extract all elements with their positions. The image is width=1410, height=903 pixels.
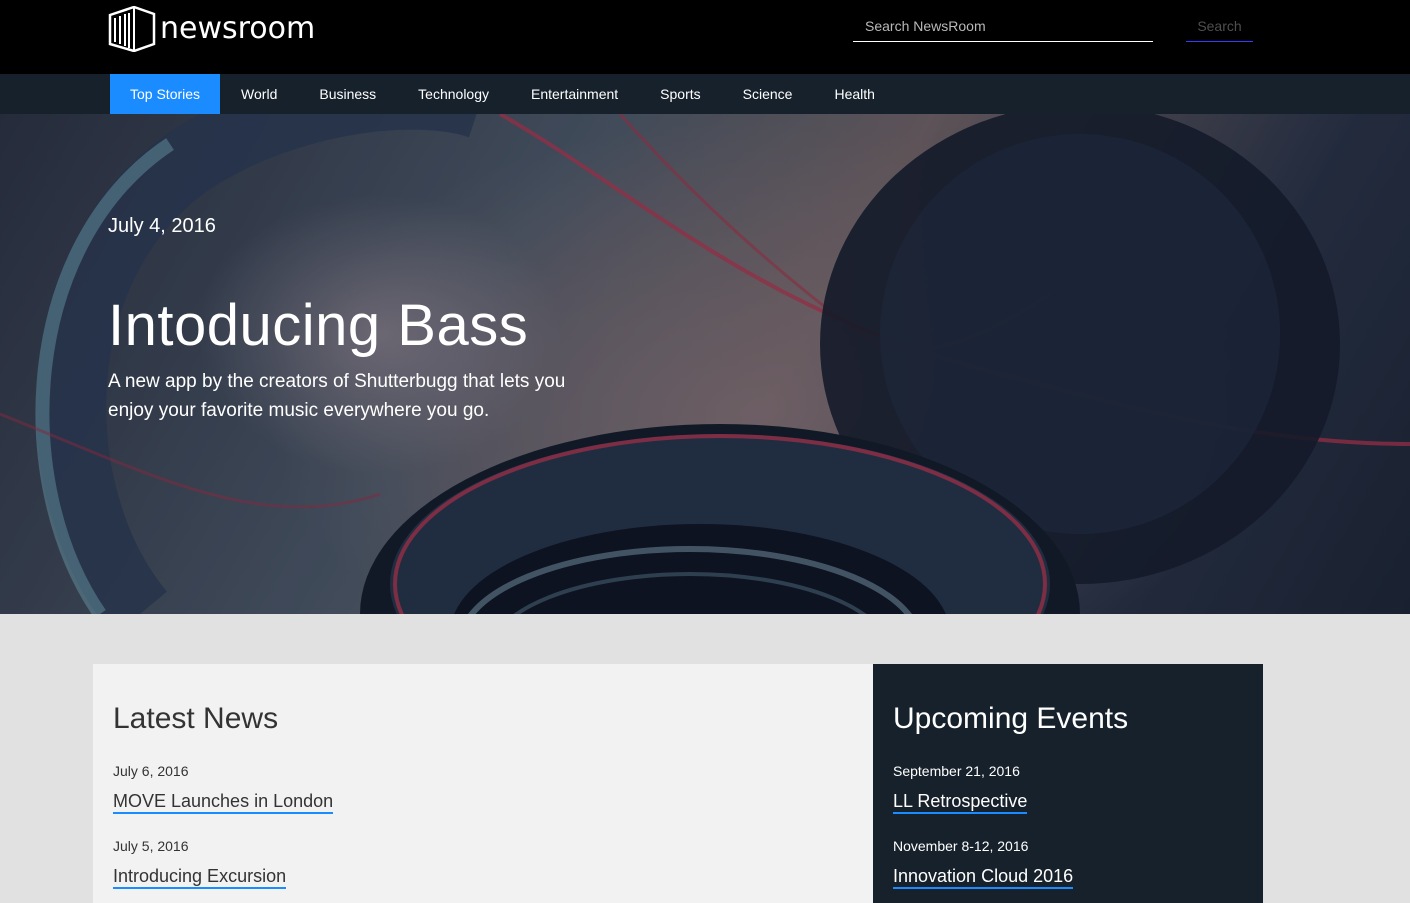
hero-title[interactable]: Intoducing Bass	[108, 292, 528, 359]
nav-item-technology[interactable]: Technology	[397, 74, 510, 114]
search-input[interactable]	[853, 10, 1153, 42]
nav-item-business[interactable]: Business	[298, 74, 397, 114]
latest-news-panel: Latest News July 6, 2016 MOVE Launches i…	[93, 664, 873, 903]
headphones-image	[0, 114, 1410, 614]
newsroom-logo-icon	[108, 5, 156, 57]
category-nav: Top Stories World Business Technology En…	[0, 74, 1410, 114]
nav-item-science[interactable]: Science	[722, 74, 814, 114]
nav-item-sports[interactable]: Sports	[639, 74, 721, 114]
event-item-date: November 8-12, 2016	[893, 838, 1029, 854]
news-item-date: July 6, 2016	[113, 763, 189, 779]
news-item-date: July 5, 2016	[113, 838, 189, 854]
latest-news-title: Latest News	[113, 702, 279, 735]
event-item-link[interactable]: Innovation Cloud 2016	[893, 865, 1074, 889]
hero-subtitle: A new app by the creators of Shutterbugg…	[108, 371, 566, 421]
search-button[interactable]: Search	[1186, 10, 1253, 42]
nav-list: Top Stories World Business Technology En…	[110, 74, 896, 114]
nav-item-entertainment[interactable]: Entertainment	[510, 74, 639, 114]
nav-item-health[interactable]: Health	[813, 74, 895, 114]
upcoming-events-panel: Upcoming Events September 21, 2016 LL Re…	[873, 664, 1263, 903]
nav-item-world[interactable]: World	[220, 74, 298, 114]
news-item-link[interactable]: Introducing Excursion	[113, 865, 287, 889]
event-item-link[interactable]: LL Retrospective	[893, 790, 1028, 814]
upcoming-events-title: Upcoming Events	[893, 702, 1129, 735]
hero-banner[interactable]: July 4, 2016 Intoducing Bass A new app b…	[0, 114, 1410, 614]
nav-item-top-stories[interactable]: Top Stories	[110, 74, 221, 114]
news-item-link[interactable]: MOVE Launches in London	[113, 790, 334, 814]
event-item-date: September 21, 2016	[893, 763, 1020, 779]
hero-date: July 4, 2016	[108, 215, 216, 237]
top-header: newsroom Search	[0, 0, 1410, 74]
logo[interactable]: newsroom	[108, 5, 316, 57]
logo-text: newsroom	[160, 10, 316, 46]
